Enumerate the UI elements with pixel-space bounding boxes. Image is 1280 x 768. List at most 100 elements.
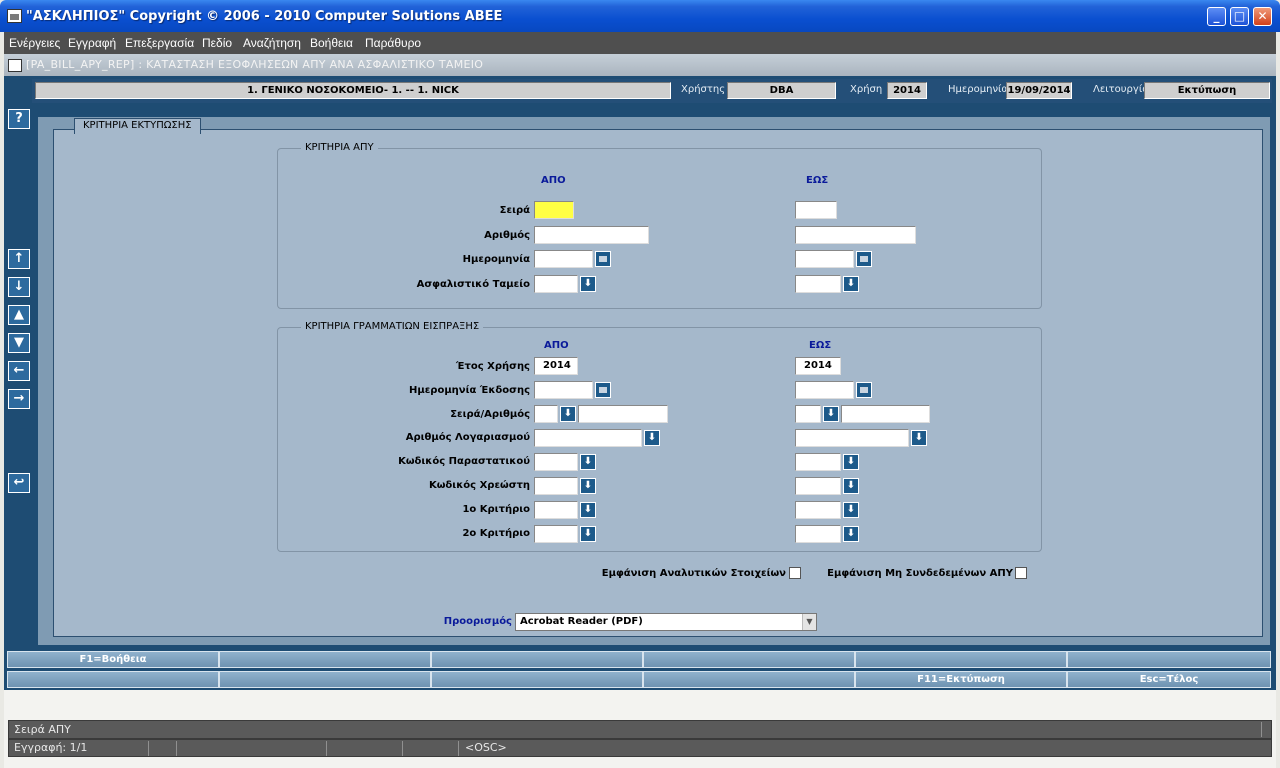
lov-down-arrow-icon[interactable]: ⬇ [580,276,596,292]
calendar-icon[interactable] [595,382,611,398]
lov-down-arrow-icon[interactable]: ⬇ [843,502,859,518]
document-code-from-input[interactable] [534,453,578,471]
number-from-input[interactable] [534,226,649,244]
status-divider [1261,722,1262,737]
criterion-2-to-input[interactable] [795,525,841,543]
title-bar[interactable]: "ΑΣΚΛΗΠΙΟΣ" Copyright © 2006 - 2010 Comp… [0,0,1280,32]
last-record-button[interactable]: ↓ [8,277,30,297]
menu-record[interactable]: Εγγραφή [68,36,116,50]
lov-down-arrow-icon[interactable]: ⬇ [580,502,596,518]
account-to-input[interactable] [795,429,909,447]
apy-to-header: ΕΩΣ [806,175,829,186]
menu-window[interactable]: Παράθυρο [365,36,421,50]
criterion-1-to-input[interactable] [795,501,841,519]
number-from-input-2[interactable] [578,405,668,423]
fkey-button[interactable] [855,651,1067,668]
destination-label: Προορισμός [443,616,512,627]
insurance-fund-from-input[interactable] [534,275,578,293]
fkey-button[interactable] [431,671,643,688]
menu-help[interactable]: Βοήθεια [310,36,353,50]
document-code-to-input[interactable] [795,453,841,471]
minimize-button[interactable]: _ [1207,7,1226,26]
mode-label: Λειτουργία [1093,84,1149,95]
fkey-button[interactable] [219,671,431,688]
app-icon[interactable] [7,9,22,23]
fkey-button[interactable] [643,671,855,688]
menu-field[interactable]: Πεδίο [202,36,232,50]
series-from-input[interactable] [534,201,574,219]
lov-down-arrow-icon[interactable]: ⬇ [644,430,660,446]
lov-down-arrow-icon[interactable]: ⬇ [911,430,927,446]
issue-date-from-input[interactable] [534,381,593,399]
fkey-button[interactable] [643,651,855,668]
undo-button[interactable]: ↩ [8,473,30,493]
help-button[interactable]: ? [8,109,30,129]
show-details-checkbox[interactable] [789,567,801,579]
fkey-button[interactable] [431,651,643,668]
apy-from-header: ΑΠΟ [541,175,566,186]
menu-actions[interactable]: Ενέργειες [9,36,60,50]
lov-down-arrow-icon[interactable]: ⬇ [580,526,596,542]
insurance-fund-to-input[interactable] [795,275,841,293]
criterion-2-label: 2ο Κριτήριο [462,528,530,539]
date-to-input[interactable] [795,250,854,268]
debtor-code-to-input[interactable] [795,477,841,495]
date-from-input[interactable] [534,250,593,268]
lov-down-arrow-icon[interactable]: ⬇ [580,478,596,494]
calendar-icon[interactable] [856,251,872,267]
criterion-2-from-input[interactable] [534,525,578,543]
esc-exit-button[interactable]: Esc=Τέλος [1067,671,1271,688]
lov-down-arrow-icon[interactable]: ⬇ [843,526,859,542]
user-label: Χρήστης [681,84,726,95]
f1-help-button[interactable]: F1=Βοήθεια [7,651,219,668]
menu-search[interactable]: Αναζήτηση [243,36,301,50]
show-unlinked-checkbox[interactable] [1015,567,1027,579]
series-to-input[interactable] [795,201,837,219]
number-to-input-2[interactable] [841,405,930,423]
series-from-input-2[interactable] [534,405,558,423]
account-from-input[interactable] [534,429,642,447]
series-number-label: Σειρά/Αριθμός [450,409,530,420]
issue-date-to-input[interactable] [795,381,854,399]
debtor-code-from-input[interactable] [534,477,578,495]
status-line: Εγγραφή: 1/1 <OSC> [8,739,1272,757]
dropdown-arrow-icon[interactable]: ▼ [802,614,816,630]
calendar-icon[interactable] [595,251,611,267]
show-unlinked-label: Εμφάνιση Μη Συνδεδεμένων ΑΠΥ [827,568,1013,579]
fkey-button[interactable] [7,671,219,688]
number-label: Αριθμός [484,230,530,241]
lov-down-arrow-icon[interactable]: ⬇ [823,406,839,422]
fiscal-year-to-input[interactable]: 2014 [795,357,841,375]
fkey-button[interactable] [1067,651,1271,668]
form-title: [PA_BILL_APY_REP] : ΚΑΤΑΣΤΑΣΗ ΕΞΟΦΛΗΣΕΩΝ… [26,58,484,71]
message-line: Σειρά ΑΠΥ [8,720,1272,739]
fkey-button[interactable] [219,651,431,668]
first-record-button[interactable]: ↑ [8,249,30,269]
fiscal-year-from-input[interactable]: 2014 [534,357,578,375]
maximize-button[interactable]: □ [1230,7,1249,26]
tab-print-criteria[interactable]: ΚΡΙΤΗΡΙΑ ΕΚΤΥΠΩΣΗΣ [74,118,201,134]
insurance-fund-label: Ασφαλιστικό Ταμείο [416,279,530,290]
calendar-icon[interactable] [856,382,872,398]
form-title-bar: [PA_BILL_APY_REP] : ΚΑΤΑΣΤΑΣΗ ΕΞΟΦΛΗΣΕΩΝ… [4,54,1276,76]
series-to-input-2[interactable] [795,405,821,423]
year-value: 2014 [887,82,927,99]
f11-print-button[interactable]: F11=Εκτύπωση [855,671,1067,688]
menu-edit[interactable]: Επεξεργασία [125,36,194,50]
lov-down-arrow-icon[interactable]: ⬇ [843,276,859,292]
number-to-input[interactable] [795,226,916,244]
lov-down-arrow-icon[interactable]: ⬇ [580,454,596,470]
close-button[interactable]: ✕ [1253,7,1272,26]
apy-criteria-group [277,148,1042,309]
lov-down-arrow-icon[interactable]: ⬇ [843,454,859,470]
lov-down-arrow-icon[interactable]: ⬇ [560,406,576,422]
previous-record-button[interactable]: ▲ [8,305,30,325]
next-record-button[interactable]: ▼ [8,333,30,353]
status-message: Σειρά ΑΠΥ [14,723,71,736]
next-block-button[interactable]: → [8,389,30,409]
lov-down-arrow-icon[interactable]: ⬇ [843,478,859,494]
previous-block-button[interactable]: ← [8,361,30,381]
form-icon[interactable] [8,59,22,72]
destination-select[interactable]: Acrobat Reader (PDF) ▼ [515,613,817,631]
criterion-1-from-input[interactable] [534,501,578,519]
